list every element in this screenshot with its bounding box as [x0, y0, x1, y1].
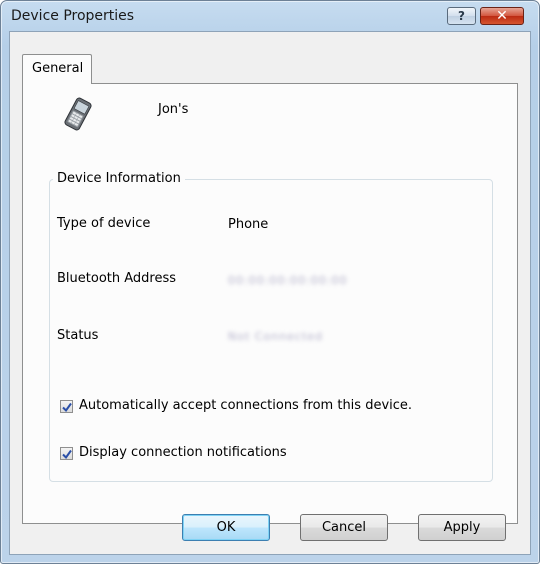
general-tab-panel: Jon's Device Information Type of device … [22, 83, 518, 524]
display-notifications-label[interactable]: Display connection notifications [79, 445, 287, 460]
ok-button[interactable]: OK [182, 514, 270, 541]
checkmark-icon [62, 402, 72, 413]
help-button[interactable]: ? [447, 7, 476, 25]
tab-general-label: General [32, 61, 84, 76]
apply-button[interactable]: Apply [418, 514, 506, 541]
device-information-title: Device Information [53, 171, 185, 186]
cancel-button[interactable]: Cancel [300, 514, 388, 541]
help-icon: ? [458, 9, 465, 23]
auto-accept-label[interactable]: Automatically accept connections from th… [79, 398, 412, 413]
status-label: Status [57, 328, 99, 343]
device-name: Jon's [158, 102, 189, 117]
checkmark-icon [62, 449, 72, 460]
display-notifications-checkbox[interactable] [60, 447, 73, 460]
type-of-device-label: Type of device [57, 216, 151, 231]
tab-general[interactable]: General [22, 54, 92, 84]
title-bar[interactable]: Device Properties ? ✕ [1, 1, 539, 31]
type-of-device-value: Phone [228, 217, 269, 232]
close-button[interactable]: ✕ [480, 7, 524, 25]
bluetooth-address-value: 00:00:00:00:00:00 [228, 274, 348, 287]
device-properties-dialog: Device Properties ? ✕ General Jon's Devi… [0, 0, 540, 564]
auto-accept-checkbox[interactable] [60, 400, 73, 413]
status-value: Not Connected [228, 330, 324, 343]
bluetooth-address-label: Bluetooth Address [57, 271, 177, 286]
mobile-phone-icon [64, 97, 92, 131]
dialog-client-area: General Jon's Device Information Type of… [9, 31, 531, 555]
window-title: Device Properties [11, 8, 135, 24]
close-icon: ✕ [496, 8, 508, 24]
